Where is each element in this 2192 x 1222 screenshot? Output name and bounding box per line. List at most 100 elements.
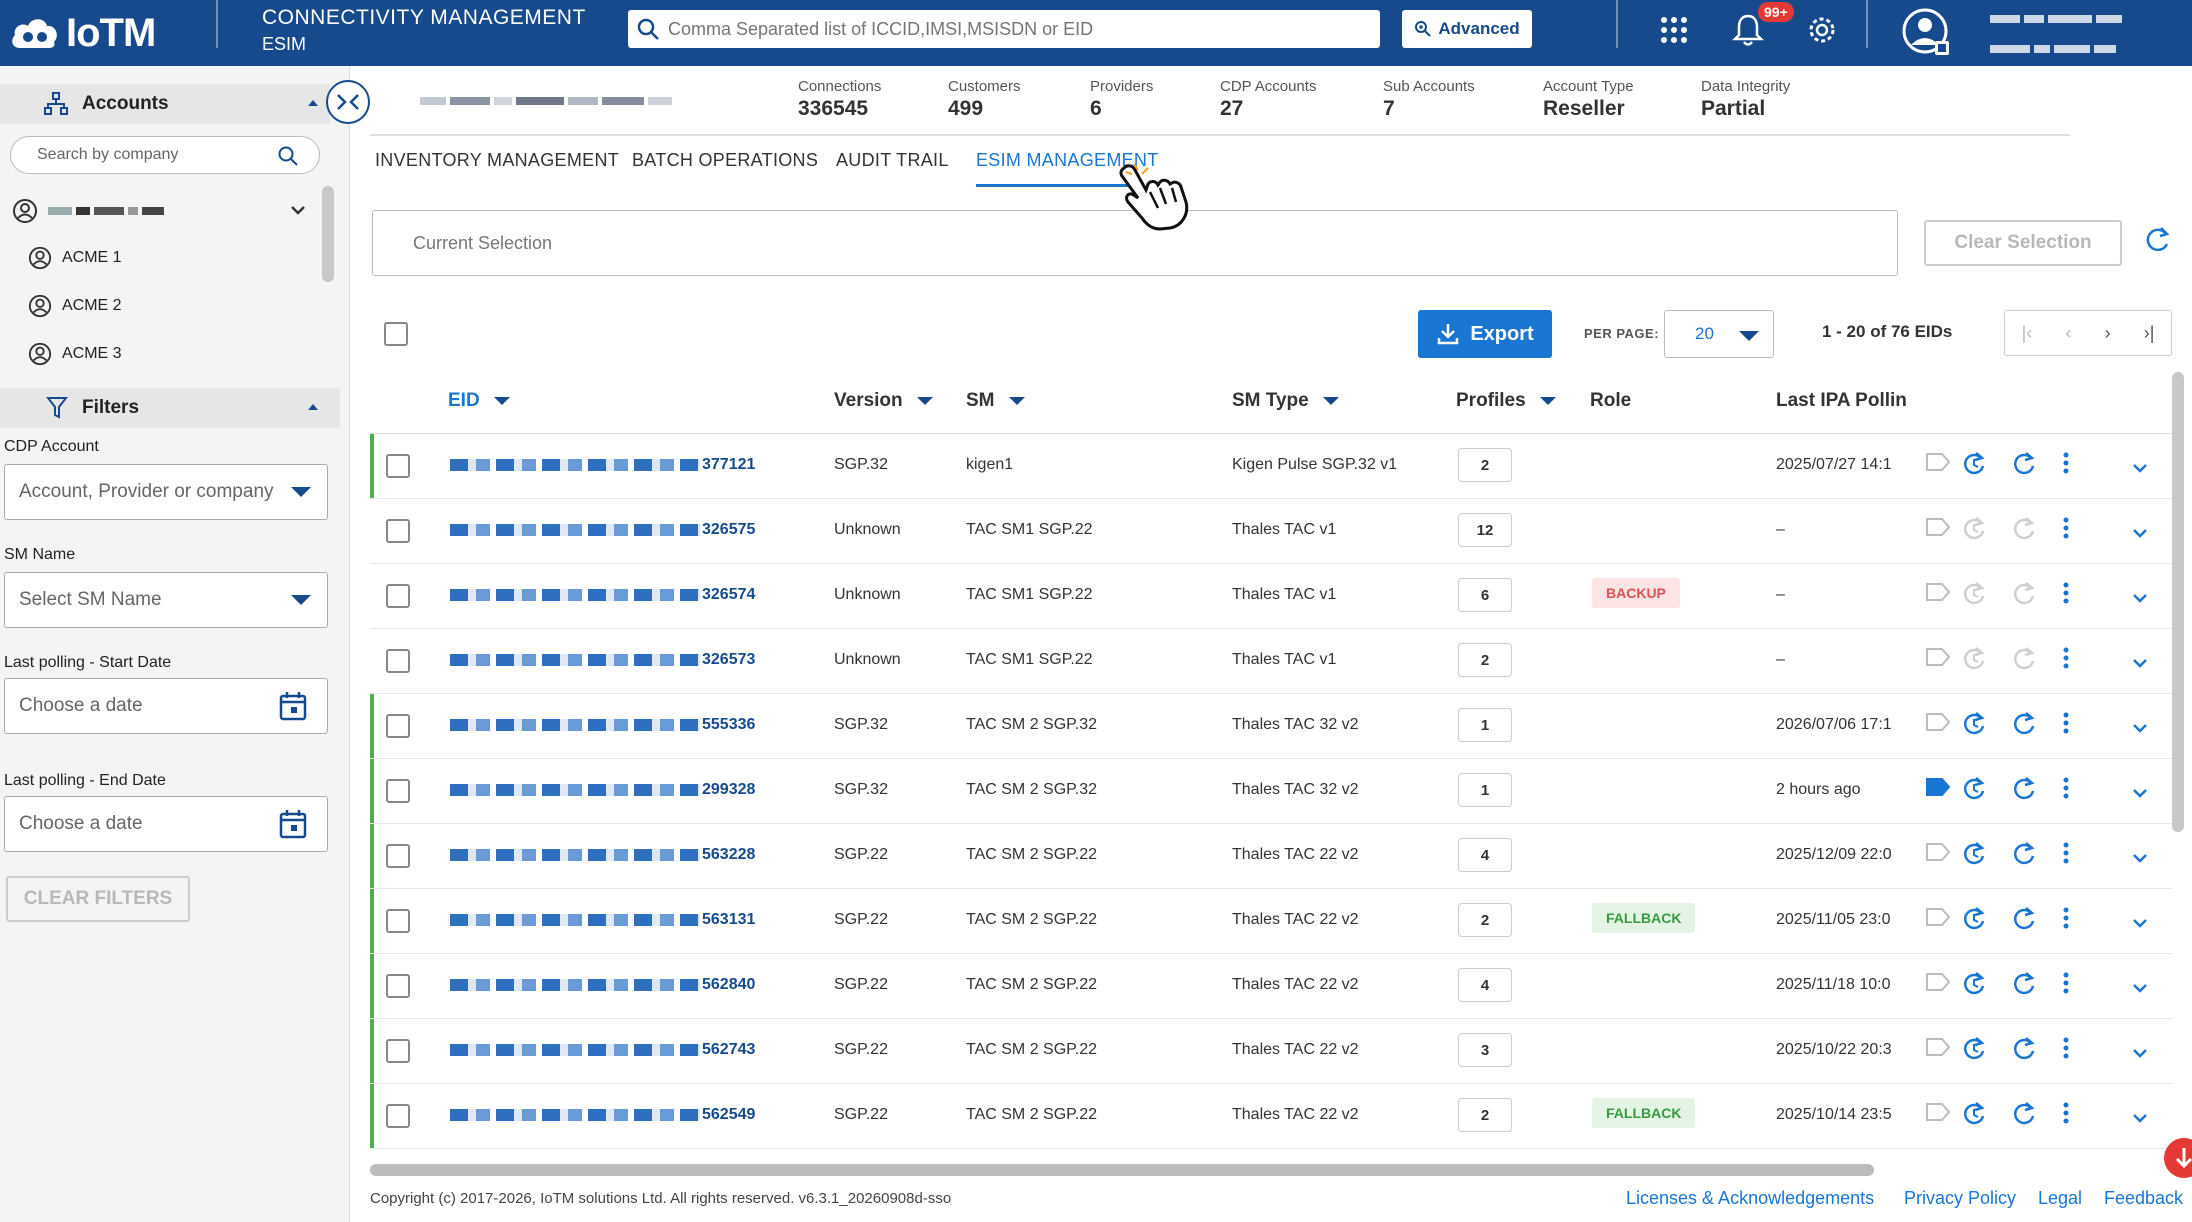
end-date-input[interactable]: Choose a date <box>4 796 328 852</box>
refresh-icon[interactable] <box>2010 1100 2038 1128</box>
more-vertical-icon[interactable] <box>2060 645 2072 673</box>
more-vertical-icon[interactable] <box>2060 840 2072 868</box>
poll-history-icon[interactable] <box>1960 905 1988 933</box>
horizontal-scrollbar[interactable] <box>370 1164 1874 1176</box>
label-tag-icon[interactable] <box>1924 515 1952 539</box>
table-row[interactable]: 563228 SGP.22 TAC SM 2 SGP.22 Thales TAC… <box>370 824 2172 889</box>
poll-history-icon[interactable] <box>1960 450 1988 478</box>
label-tag-icon[interactable] <box>1924 1035 1952 1059</box>
chevron-down-icon[interactable] <box>2130 458 2150 478</box>
chevron-down-icon[interactable] <box>2130 588 2150 608</box>
profiles-count-badge[interactable]: 2 <box>1458 1098 1512 1132</box>
label-tag-icon[interactable] <box>1924 1100 1952 1124</box>
eid-link[interactable]: 377121 <box>450 456 755 474</box>
account-root[interactable] <box>12 198 312 224</box>
eid-link[interactable]: 563228 <box>450 846 755 864</box>
row-checkbox[interactable] <box>386 974 410 998</box>
row-checkbox[interactable] <box>386 714 410 738</box>
poll-history-icon[interactable] <box>1960 710 1988 738</box>
refresh-icon[interactable] <box>2010 1035 2038 1063</box>
chevron-down-icon[interactable] <box>2130 523 2150 543</box>
profiles-count-badge[interactable]: 6 <box>1458 578 1512 612</box>
eid-link[interactable]: 562549 <box>450 1106 755 1124</box>
user-avatar-icon[interactable] <box>1900 6 1954 60</box>
label-tag-icon[interactable] <box>1924 840 1952 864</box>
tab-batch-operations[interactable]: BATCH OPERATIONS <box>632 150 818 171</box>
sm-name-select[interactable]: Select SM Name <box>4 572 328 628</box>
eid-link[interactable]: 326573 <box>450 651 755 669</box>
poll-history-icon[interactable] <box>1960 1100 1988 1128</box>
more-vertical-icon[interactable] <box>2060 970 2072 998</box>
row-checkbox[interactable] <box>386 909 410 933</box>
account-item-acme-1[interactable]: ACME 1 <box>28 246 122 270</box>
column-header-version[interactable]: Version <box>834 390 933 412</box>
export-button[interactable]: Export <box>1418 310 1552 358</box>
eid-link[interactable]: 299328 <box>450 781 755 799</box>
table-row[interactable]: 299328 SGP.32 TAC SM 2 SGP.32 Thales TAC… <box>370 759 2172 824</box>
row-checkbox[interactable] <box>386 519 410 543</box>
column-header-sm-type[interactable]: SM Type <box>1232 390 1339 412</box>
sort-arrow-icon[interactable] <box>916 397 933 405</box>
sidebar-scrollbar[interactable] <box>322 186 334 282</box>
table-row[interactable]: 562743 SGP.22 TAC SM 2 SGP.22 Thales TAC… <box>370 1019 2172 1084</box>
poll-history-icon[interactable] <box>1960 645 1988 673</box>
chevron-down-icon[interactable] <box>2130 848 2150 868</box>
calendar-icon[interactable] <box>279 809 307 839</box>
row-checkbox[interactable] <box>386 584 410 608</box>
refresh-icon[interactable] <box>2010 450 2038 478</box>
advanced-search-button[interactable]: Advanced <box>1402 10 1532 48</box>
poll-history-icon[interactable] <box>1960 515 1988 543</box>
profiles-count-badge[interactable]: 1 <box>1458 773 1512 807</box>
refresh-icon[interactable] <box>2010 775 2038 803</box>
refresh-icon[interactable] <box>2010 840 2038 868</box>
row-checkbox[interactable] <box>386 649 410 673</box>
refresh-icon[interactable] <box>2010 515 2038 543</box>
label-tag-icon[interactable] <box>1924 580 1952 604</box>
refresh-icon[interactable] <box>2142 224 2172 256</box>
footer-link-licenses[interactable]: Licenses & Acknowledgements <box>1626 1188 1874 1209</box>
brand-logo[interactable]: IoTM <box>10 6 156 60</box>
profiles-count-badge[interactable]: 2 <box>1458 448 1512 482</box>
column-header-sm[interactable]: SM <box>966 390 1025 412</box>
profiles-count-badge[interactable]: 4 <box>1458 838 1512 872</box>
table-row[interactable]: 326573 Unknown TAC SM1 SGP.22 Thales TAC… <box>370 629 2172 694</box>
more-vertical-icon[interactable] <box>2060 775 2072 803</box>
global-search[interactable] <box>628 10 1380 48</box>
clear-filters-button[interactable]: CLEAR FILTERS <box>6 876 190 922</box>
label-tag-icon[interactable] <box>1924 450 1952 474</box>
tab-audit-trail[interactable]: AUDIT TRAIL <box>836 150 949 171</box>
column-header-role[interactable]: Role <box>1590 390 1631 412</box>
label-tag-icon[interactable] <box>1924 775 1952 799</box>
start-date-input[interactable]: Choose a date <box>4 678 328 734</box>
sort-arrow-icon[interactable] <box>1539 397 1556 405</box>
last-page-icon[interactable]: ›| <box>2144 323 2155 344</box>
profiles-count-badge[interactable]: 1 <box>1458 708 1512 742</box>
chevron-down-icon[interactable] <box>2130 783 2150 803</box>
refresh-icon[interactable] <box>2010 580 2038 608</box>
more-vertical-icon[interactable] <box>2060 580 2072 608</box>
column-header-profiles[interactable]: Profiles <box>1456 390 1556 412</box>
eid-link[interactable]: 555336 <box>450 716 755 734</box>
chevron-down-icon[interactable] <box>288 200 308 220</box>
eid-link[interactable]: 562743 <box>450 1041 755 1059</box>
table-row[interactable]: 326574 Unknown TAC SM1 SGP.22 Thales TAC… <box>370 564 2172 629</box>
poll-history-icon[interactable] <box>1960 775 1988 803</box>
apps-grid-icon[interactable] <box>1654 10 1694 50</box>
table-row[interactable]: 562840 SGP.22 TAC SM 2 SGP.22 Thales TAC… <box>370 954 2172 1019</box>
scroll-down-button[interactable] <box>2164 1138 2192 1178</box>
sort-arrow-icon[interactable] <box>1008 397 1025 405</box>
chevron-down-icon[interactable] <box>2130 1043 2150 1063</box>
table-row[interactable]: 562549 SGP.22 TAC SM 2 SGP.22 Thales TAC… <box>370 1084 2172 1149</box>
footer-link-privacy[interactable]: Privacy Policy <box>1904 1188 2016 1209</box>
label-tag-icon[interactable] <box>1924 970 1952 994</box>
per-page-select[interactable]: 20 <box>1664 310 1774 358</box>
more-vertical-icon[interactable] <box>2060 1035 2072 1063</box>
chevron-down-icon[interactable] <box>2130 1108 2150 1128</box>
profiles-count-badge[interactable]: 12 <box>1458 513 1512 547</box>
account-item-acme-2[interactable]: ACME 2 <box>28 294 122 318</box>
more-vertical-icon[interactable] <box>2060 905 2072 933</box>
chevron-down-icon[interactable] <box>2130 653 2150 673</box>
gear-icon[interactable] <box>1802 10 1842 50</box>
poll-history-icon[interactable] <box>1960 1035 1988 1063</box>
more-vertical-icon[interactable] <box>2060 710 2072 738</box>
